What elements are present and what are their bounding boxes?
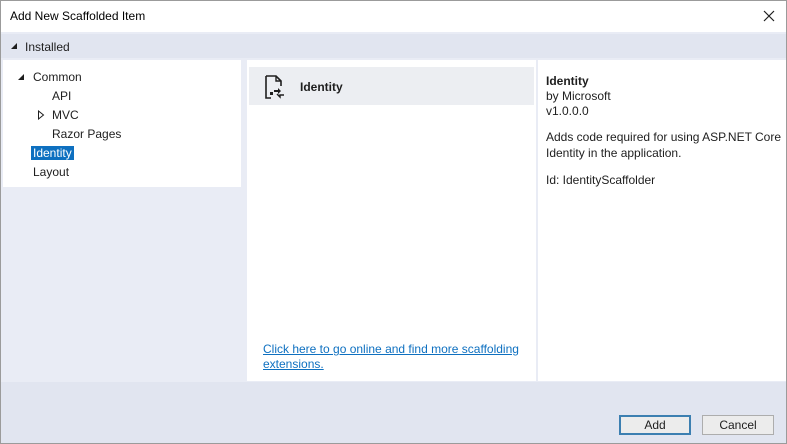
collapsed-arrow-icon [38, 110, 45, 120]
expanded-arrow-icon [11, 43, 17, 49]
tree-item-label: Identity [31, 146, 74, 160]
dialog-footer: Add Cancel [1, 382, 786, 443]
tree-item-label: MVC [52, 108, 79, 122]
detail-title: Identity [546, 74, 589, 88]
details-panel: Identity by Microsoft v1.0.0.0 Adds code… [538, 60, 786, 381]
window-title: Add New Scaffolded Item [10, 9, 146, 23]
scaffolder-list: Identity Click here to go online and fin… [247, 60, 536, 381]
scaffold-page-icon [265, 75, 284, 99]
close-icon [763, 10, 775, 22]
tree-item-label: Layout [33, 165, 70, 179]
tree-item-label: Razor Pages [52, 127, 122, 141]
tree-item-label: Common [33, 70, 82, 84]
tree-item-mvc[interactable]: MVC [37, 107, 81, 123]
tree-item-identity[interactable]: Identity [31, 145, 74, 161]
detail-id: Id: IdentityScaffolder [546, 173, 656, 187]
detail-version: v1.0.0.0 [546, 104, 589, 118]
close-button[interactable] [756, 4, 782, 28]
detail-description: Adds code required for using ASP.NET Cor… [546, 130, 782, 160]
tree-item-razor-pages[interactable]: Razor Pages [50, 126, 123, 142]
add-button[interactable]: Add [619, 415, 691, 435]
tree-item-api[interactable]: API [50, 88, 73, 104]
tree-item-layout[interactable]: Layout [31, 164, 71, 180]
dialog-window: Add New Scaffolded Item Installed Common… [0, 0, 787, 444]
list-item-identity[interactable]: Identity [249, 67, 534, 105]
tree-item-label: API [52, 89, 72, 103]
title-bar: Add New Scaffolded Item [1, 1, 786, 32]
tree-item-common[interactable]: Common [17, 69, 84, 85]
cancel-button[interactable]: Cancel [702, 415, 774, 435]
installed-section-header[interactable]: Installed [1, 34, 786, 58]
detail-author: by Microsoft [546, 89, 611, 103]
list-item-name: Identity [300, 80, 343, 94]
installed-label: Installed [25, 40, 70, 54]
category-tree: Common API MVC Razor Pages Identity Layo… [3, 60, 241, 187]
online-extensions-link[interactable]: Click here to go online and find more sc… [263, 342, 533, 372]
expanded-arrow-icon [18, 74, 24, 80]
